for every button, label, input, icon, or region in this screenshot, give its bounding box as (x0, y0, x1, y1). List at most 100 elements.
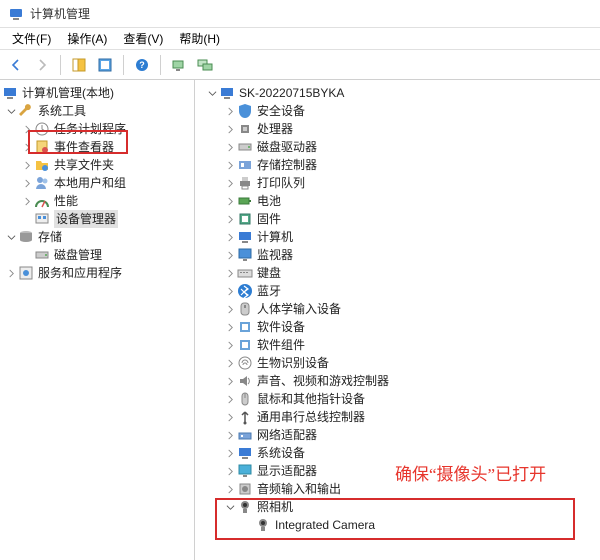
device-label: 系统设备 (257, 444, 305, 462)
chevron-icon[interactable] (223, 500, 237, 514)
menu-view[interactable]: 查看(V) (115, 28, 171, 49)
device-category[interactable]: 声音、视频和游戏控制器 (195, 372, 600, 390)
toolbar-devices[interactable] (167, 53, 191, 77)
device-category[interactable]: 蓝牙 (195, 282, 600, 300)
device-category[interactable]: 软件组件 (195, 336, 600, 354)
right-tree-pane[interactable]: SK-20220715BYKA 安全设备处理器磁盘驱动器存储控制器打印队列电池固… (195, 80, 600, 560)
chevron-icon[interactable] (223, 392, 237, 406)
tree-disk-management[interactable]: 磁盘管理 (0, 246, 194, 264)
clock-icon (34, 121, 50, 137)
battery-icon (237, 193, 253, 209)
menu-help[interactable]: 帮助(H) (171, 28, 228, 49)
chevron-icon[interactable] (223, 374, 237, 388)
chevron-icon[interactable] (223, 104, 237, 118)
usb-icon (237, 409, 253, 425)
device-category[interactable]: 显示适配器 (195, 462, 600, 480)
device-category[interactable]: 监视器 (195, 246, 600, 264)
toolbar-show-hide[interactable] (67, 53, 91, 77)
tree-services-apps[interactable]: 服务和应用程序 (0, 264, 194, 282)
chevron-icon[interactable] (223, 230, 237, 244)
tree-label: 计算机管理(本地) (22, 84, 114, 102)
tree-device-manager[interactable]: 设备管理器 (0, 210, 194, 228)
chevron-icon[interactable] (223, 410, 237, 424)
device-category[interactable]: 计算机 (195, 228, 600, 246)
device-camera-integrated[interactable]: Integrated Camera (195, 516, 600, 534)
chevron-right-icon[interactable] (4, 266, 18, 280)
device-category[interactable]: 打印队列 (195, 174, 600, 192)
tree-local-users[interactable]: 本地用户和组 (0, 174, 194, 192)
device-category[interactable]: 鼠标和其他指针设备 (195, 390, 600, 408)
chevron-icon[interactable] (223, 266, 237, 280)
chevron-right-icon[interactable] (20, 140, 34, 154)
chevron-icon[interactable] (223, 212, 237, 226)
toolbar-properties[interactable] (93, 53, 117, 77)
services-icon (18, 265, 34, 281)
device-category[interactable]: 电池 (195, 192, 600, 210)
toolbar-forward[interactable] (30, 53, 54, 77)
device-category[interactable]: 系统设备 (195, 444, 600, 462)
window-title: 计算机管理 (30, 0, 90, 28)
chevron-right-icon[interactable] (20, 176, 34, 190)
chevron-down-icon[interactable] (4, 104, 18, 118)
network-icon (237, 427, 253, 443)
chevron-icon[interactable] (223, 158, 237, 172)
menu-action[interactable]: 操作(A) (59, 28, 115, 49)
device-category[interactable]: 生物识别设备 (195, 354, 600, 372)
chevron-icon[interactable] (223, 482, 237, 496)
chevron-right-icon[interactable] (20, 122, 34, 136)
device-category[interactable]: 通用串行总线控制器 (195, 408, 600, 426)
device-label: 显示适配器 (257, 462, 317, 480)
menu-file[interactable]: 文件(F) (4, 28, 59, 49)
device-label: 照相机 (257, 498, 293, 516)
chevron-down-icon[interactable] (205, 86, 219, 100)
toolbar-computers[interactable] (193, 53, 217, 77)
toolbar-help[interactable]: ? (130, 53, 154, 77)
chevron-icon[interactable] (223, 122, 237, 136)
device-tree-root[interactable]: SK-20220715BYKA (195, 84, 600, 102)
device-label: 网络适配器 (257, 426, 317, 444)
device-category[interactable]: 软件设备 (195, 318, 600, 336)
chevron-down-icon[interactable] (4, 230, 18, 244)
toolbar-back[interactable] (4, 53, 28, 77)
device-category[interactable]: 网络适配器 (195, 426, 600, 444)
tree-shared-folders[interactable]: 共享文件夹 (0, 156, 194, 174)
device-category[interactable]: 存储控制器 (195, 156, 600, 174)
device-category[interactable]: 音频输入和输出 (195, 480, 600, 498)
chevron-icon[interactable] (223, 176, 237, 190)
tree-system-tools[interactable]: 系统工具 (0, 102, 194, 120)
chevron-icon[interactable] (223, 248, 237, 262)
chevron-icon[interactable] (223, 320, 237, 334)
camera-icon (255, 517, 271, 533)
tree-computer-management[interactable]: 计算机管理(本地) (0, 84, 194, 102)
tree-event-viewer[interactable]: 事件查看器 (0, 138, 194, 156)
device-category[interactable]: 键盘 (195, 264, 600, 282)
device-category[interactable]: 固件 (195, 210, 600, 228)
tree-performance[interactable]: 性能 (0, 192, 194, 210)
chevron-icon[interactable] (223, 302, 237, 316)
device-category[interactable]: 磁盘驱动器 (195, 138, 600, 156)
tree-task-scheduler[interactable]: 任务计划程序 (0, 120, 194, 138)
device-category[interactable]: 处理器 (195, 120, 600, 138)
chevron-icon[interactable] (223, 194, 237, 208)
chevron-icon[interactable] (223, 356, 237, 370)
storage-icon (18, 229, 34, 245)
device-category[interactable]: 安全设备 (195, 102, 600, 120)
device-category[interactable]: 人体学输入设备 (195, 300, 600, 318)
device-label: 声音、视频和游戏控制器 (257, 372, 389, 390)
device-category[interactable]: 照相机 (195, 498, 600, 516)
tree-storage[interactable]: 存储 (0, 228, 194, 246)
chevron-icon[interactable] (223, 428, 237, 442)
left-tree-pane[interactable]: 计算机管理(本地) 系统工具 任务计划程序 事件查看器 共享文件夹 (0, 80, 195, 560)
chevron-icon[interactable] (223, 284, 237, 298)
device-label: 打印队列 (257, 174, 305, 192)
chevron-icon[interactable] (223, 338, 237, 352)
device-label: 处理器 (257, 120, 293, 138)
device-label: 音频输入和输出 (257, 480, 341, 498)
disk-icon (237, 139, 253, 155)
chevron-icon[interactable] (223, 446, 237, 460)
chevron-right-icon[interactable] (20, 158, 34, 172)
chevron-right-icon[interactable] (20, 194, 34, 208)
chevron-icon[interactable] (223, 464, 237, 478)
chevron-icon[interactable] (223, 140, 237, 154)
sound-icon (237, 373, 253, 389)
